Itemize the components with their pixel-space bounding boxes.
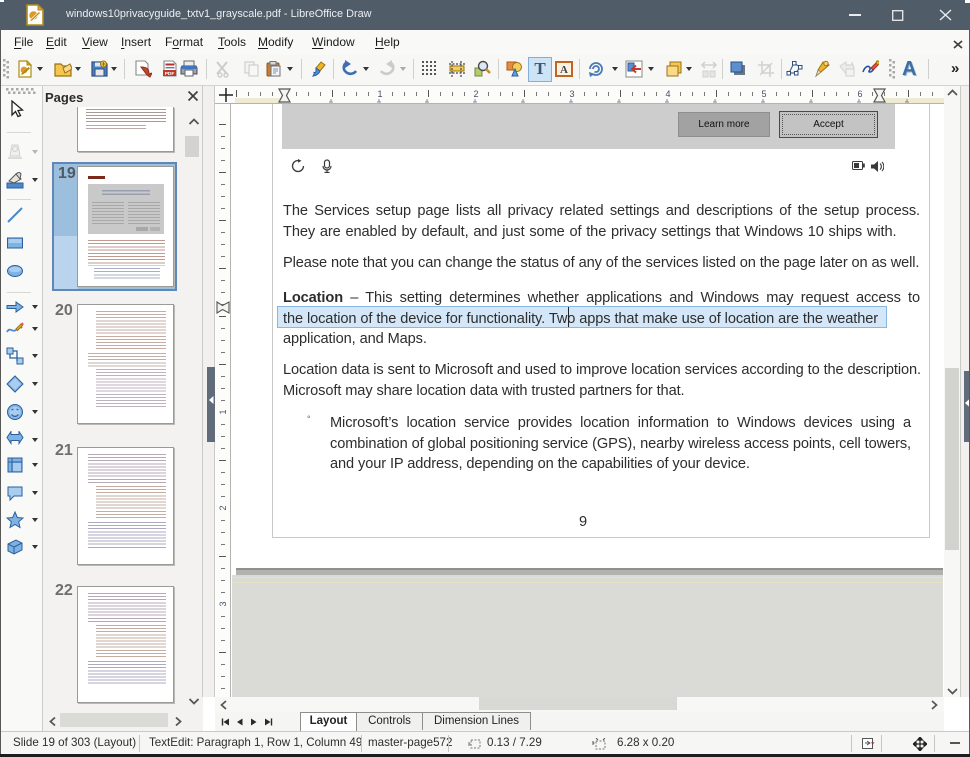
svg-text:*: * — [871, 740, 875, 750]
svg-text:1: 1 — [377, 89, 382, 99]
svg-text:6: 6 — [857, 89, 862, 99]
svg-text:3: 3 — [569, 89, 574, 99]
svg-text:T: T — [534, 59, 546, 77]
svg-text:2: 2 — [218, 505, 228, 510]
svg-text:5: 5 — [761, 89, 766, 99]
svg-text:A: A — [560, 64, 568, 76]
svg-text:3: 3 — [218, 601, 228, 606]
svg-text:4: 4 — [665, 89, 670, 99]
svg-text:2: 2 — [473, 89, 478, 99]
svg-text:1: 1 — [218, 409, 228, 414]
svg-text:PDF: PDF — [165, 71, 175, 77]
